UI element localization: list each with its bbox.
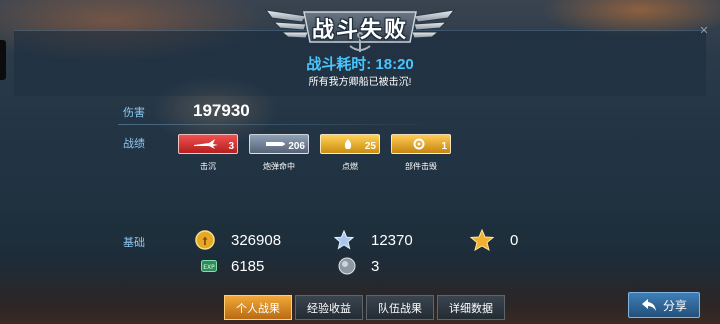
medal-count: 206 bbox=[288, 141, 305, 152]
medal-sink: 3 bbox=[178, 134, 238, 154]
exp-icon: EXP bbox=[201, 260, 217, 272]
svg-text:†: † bbox=[203, 236, 208, 247]
record-label: 战绩 bbox=[123, 138, 145, 150]
medal-count: 25 bbox=[364, 141, 376, 152]
medal-part-destroy: 1 bbox=[391, 134, 451, 154]
shell-icon bbox=[266, 142, 285, 146]
medal-shell-hits: 206 bbox=[249, 134, 309, 154]
base-label: 基础 bbox=[123, 237, 145, 249]
tab-team-results[interactable]: 队伍战果 bbox=[366, 295, 434, 320]
medal-caption: 点燃 bbox=[342, 162, 358, 171]
share-arrow-icon bbox=[641, 299, 656, 311]
orb-icon bbox=[338, 257, 356, 275]
svg-text:EXP: EXP bbox=[203, 264, 215, 271]
battle-duration: 战斗耗时: 18:20 bbox=[306, 56, 414, 73]
damage-value: 197930 bbox=[193, 101, 250, 120]
orbs-value: 3 bbox=[371, 258, 380, 275]
share-label: 分享 bbox=[662, 298, 687, 313]
medal-count: 3 bbox=[228, 141, 234, 152]
star-icon bbox=[334, 230, 354, 250]
damage-label: 伤害 bbox=[123, 107, 145, 119]
medal-caption: 击沉 bbox=[200, 162, 216, 171]
divider bbox=[118, 124, 418, 125]
medal-caption: 部件击毁 bbox=[405, 162, 437, 171]
coin-icon: † bbox=[195, 230, 215, 250]
share-button[interactable]: 分享 bbox=[628, 292, 700, 318]
tab-personal-results[interactable]: 个人战果 bbox=[224, 295, 292, 320]
coins-value: 326908 bbox=[231, 232, 282, 249]
result-message: 所有我方卿船已被击沉! bbox=[308, 77, 412, 88]
result-tabs: 个人战果 经验收益 队伍战果 详细数据 bbox=[224, 295, 508, 320]
medal-caption: 炮弹命中 bbox=[263, 162, 295, 171]
rank-star-icon bbox=[470, 229, 494, 251]
result-banner: 战斗失败 bbox=[262, 2, 458, 54]
tab-detailed-data[interactable]: 详细数据 bbox=[437, 295, 505, 320]
plane-icon bbox=[194, 139, 218, 149]
stars-value: 12370 bbox=[371, 232, 413, 249]
tab-exp-gains[interactable]: 经验收益 bbox=[295, 295, 363, 320]
medal-count: 1 bbox=[441, 141, 447, 152]
rank-stars-value: 0 bbox=[510, 232, 519, 249]
result-title: 战斗失败 bbox=[311, 17, 408, 42]
close-icon[interactable]: ✕ bbox=[698, 26, 710, 37]
exp-value: 6185 bbox=[231, 258, 265, 275]
gear-icon bbox=[413, 138, 425, 150]
medal-ignite: 25 bbox=[320, 134, 380, 154]
fire-icon bbox=[344, 139, 352, 149]
